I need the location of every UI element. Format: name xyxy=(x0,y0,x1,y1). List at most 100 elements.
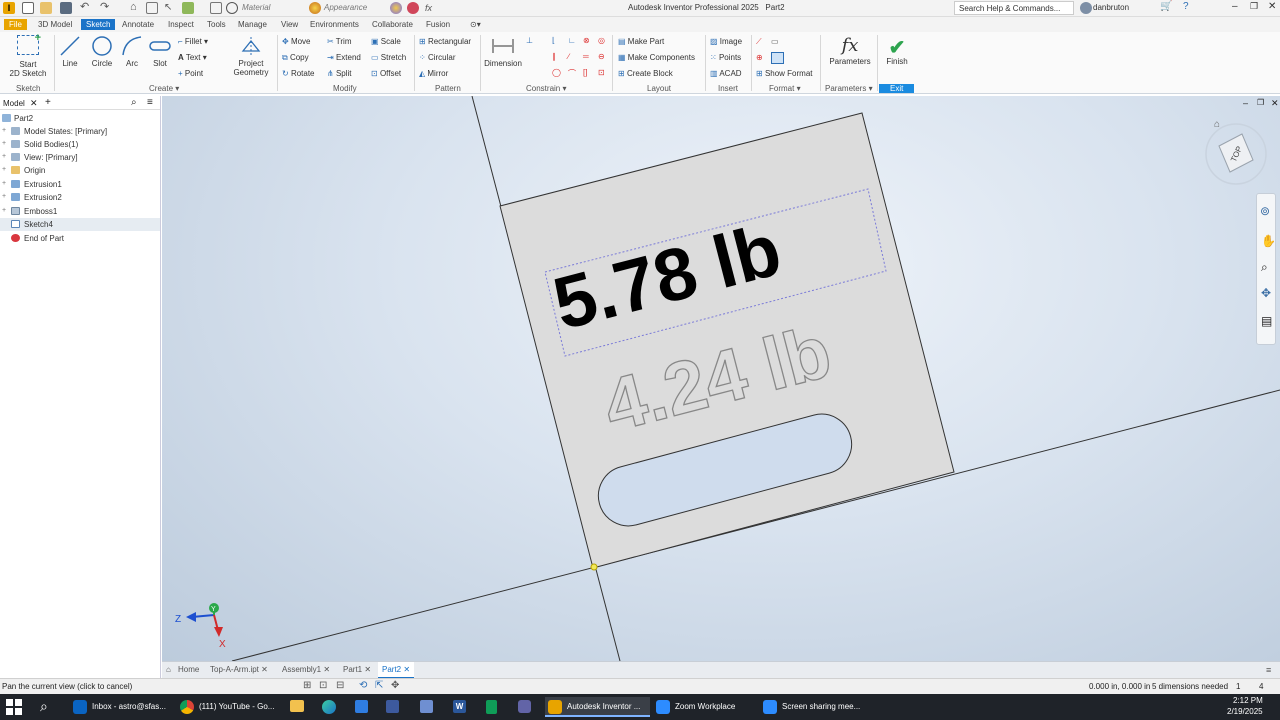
show-constraints-icon[interactable]: ⊡ xyxy=(598,68,605,77)
appearance-ball-icon[interactable] xyxy=(309,2,321,14)
browser-item[interactable]: + Model States: [Primary] xyxy=(0,125,160,138)
create-block-button[interactable]: ⊞ Create Block xyxy=(618,69,673,78)
taskbar-outlook[interactable]: Inbox - astro@sfas... xyxy=(70,697,175,717)
status-icon-slice[interactable]: ⊟ xyxy=(336,680,344,691)
open-folder-icon[interactable] xyxy=(40,2,52,14)
extend-button[interactable]: ⇥ Extend xyxy=(327,53,361,62)
group-label-format[interactable]: Format ▾ xyxy=(769,84,801,93)
edge-icon[interactable] xyxy=(322,700,336,714)
graphics-viewport[interactable]: 5.78 lb 4.24 lb Z Y X TOP ⌂ – ❐ ✕ ⊚ ✋ ⌕ … xyxy=(162,96,1280,661)
fillet-button[interactable]: ⌐ Fillet ▾ xyxy=(178,37,208,46)
zoom-icon[interactable]: ⌕ xyxy=(1261,260,1268,275)
close-icon[interactable]: ✕ xyxy=(1268,1,1276,12)
centerline-icon[interactable]: ▭ xyxy=(771,37,779,46)
undo-icon[interactable]: ↶ xyxy=(80,2,92,14)
expand-icon[interactable]: + xyxy=(2,166,6,173)
search-help-input[interactable]: Search Help & Commands... xyxy=(959,4,1060,13)
sheets-icon[interactable] xyxy=(486,700,497,714)
browser-item[interactable]: + Origin xyxy=(0,164,160,177)
user-name[interactable]: danbruton xyxy=(1093,3,1129,12)
make-part-button[interactable]: ▤ Make Part xyxy=(618,37,664,46)
file-explorer-icon[interactable] xyxy=(290,700,304,712)
word-icon[interactable]: W xyxy=(453,700,466,713)
tangent-icon[interactable]: ⊖ xyxy=(598,52,605,61)
tab-file[interactable]: File xyxy=(4,19,27,30)
parameters-button[interactable]: fx Parameters xyxy=(826,35,874,66)
browser-item[interactable]: Part2 xyxy=(0,112,160,125)
tab-collaborate[interactable]: Collaborate xyxy=(367,19,418,30)
browser-item[interactable]: Sketch4 xyxy=(0,218,160,231)
expand-icon[interactable]: + xyxy=(2,180,6,187)
project-geometry-button[interactable]: Project Geometry xyxy=(231,35,271,77)
orbit-icon[interactable]: ✥ xyxy=(1261,286,1271,300)
material-dropdown[interactable]: Material xyxy=(242,3,304,12)
tab-environments[interactable]: Environments xyxy=(305,19,364,30)
cart-icon[interactable]: 🛒 xyxy=(1160,1,1172,12)
text-button[interactable]: A Text ▾ xyxy=(178,53,207,62)
taskbar-app-icon[interactable] xyxy=(386,700,399,713)
arc-button[interactable]: Arc xyxy=(121,35,143,68)
inventor-logo-icon[interactable]: I xyxy=(3,2,15,14)
tab-annotate[interactable]: Annotate xyxy=(117,19,159,30)
minimize-icon[interactable]: – xyxy=(1232,1,1238,12)
tab-list-menu-icon[interactable]: ≡ xyxy=(1266,665,1271,675)
doc-tab-top-a-arm[interactable]: Top-A-Arm.ipt ✕ xyxy=(210,665,268,674)
expand-icon[interactable]: + xyxy=(2,193,6,200)
add-browser-tab-icon[interactable]: + xyxy=(45,97,51,108)
browser-item[interactable]: + Solid Bodies(1) xyxy=(0,138,160,151)
slot-button[interactable]: Slot xyxy=(148,35,172,68)
equal-icon[interactable]: ◎ xyxy=(598,36,605,45)
search-icon[interactable]: ⌕ xyxy=(40,698,48,715)
home-tab-icon[interactable]: ⌂ xyxy=(166,665,171,674)
show-format-button[interactable]: ⊞ Show Format xyxy=(756,69,813,78)
rotate-button[interactable]: ↻ Rotate xyxy=(282,69,315,78)
tab-tools[interactable]: Tools xyxy=(202,19,231,30)
appearance-dropdown[interactable]: Appearance xyxy=(324,3,386,12)
move-button[interactable]: ✥ Move xyxy=(282,37,311,46)
circle-button[interactable]: Circle xyxy=(89,35,115,68)
browser-search-icon[interactable]: ⌕ xyxy=(131,97,137,108)
fix-icon[interactable]: ⊗ xyxy=(583,36,590,45)
browser-item[interactable]: + Emboss1 xyxy=(0,205,160,218)
scale-button[interactable]: ▣ Scale xyxy=(371,37,401,46)
dimension-button[interactable]: Dimension xyxy=(483,35,523,68)
clear-icon[interactable] xyxy=(226,2,238,14)
viewport-close-icon[interactable]: ✕ xyxy=(1271,98,1279,109)
trim-button[interactable]: ✂ Trim xyxy=(327,37,351,46)
finish-sketch-button[interactable]: ✔ Finish xyxy=(881,35,913,66)
redo-icon[interactable]: ↷ xyxy=(100,2,112,14)
help-icon[interactable]: ? xyxy=(1183,1,1189,12)
search-help-box[interactable]: Search Help & Commands... xyxy=(954,1,1074,15)
stretch-button[interactable]: ▭ Stretch xyxy=(371,53,406,62)
clock-time[interactable]: 2:12 PM xyxy=(1233,696,1263,705)
horizontal-icon[interactable]: ∕ xyxy=(568,52,569,61)
viewport-scene[interactable]: 5.78 lb 4.24 lb Z Y X TOP ⌂ xyxy=(162,96,1280,661)
teams-icon[interactable] xyxy=(518,700,531,713)
browser-item[interactable]: + Extrusion2 xyxy=(0,191,160,204)
start-2d-sketch-button[interactable]: + Start 2D Sketch xyxy=(6,32,50,78)
split-button[interactable]: ⋔ Split xyxy=(327,69,352,78)
line-button[interactable]: Line xyxy=(58,35,82,68)
browser-item[interactable]: + Extrusion1 xyxy=(0,178,160,191)
doc-tab-part1[interactable]: Part1 ✕ xyxy=(343,665,371,674)
concentric-icon[interactable]: [] xyxy=(583,68,587,77)
browser-tab-model[interactable]: Model xyxy=(3,99,25,108)
circular-pattern-button[interactable]: ⁘ Circular xyxy=(419,53,456,62)
expand-icon[interactable]: + xyxy=(2,140,6,147)
save-icon[interactable] xyxy=(60,2,72,14)
taskbar-screen-sharing[interactable]: Screen sharing mee... xyxy=(760,697,870,717)
fx-icon[interactable]: fx xyxy=(425,3,432,13)
taskbar-app-icon[interactable] xyxy=(420,700,433,713)
new-file-icon[interactable] xyxy=(22,2,34,14)
driven-dimension-icon[interactable] xyxy=(771,52,784,64)
close-browser-tab-icon[interactable]: ✕ xyxy=(30,98,38,109)
tab-fusion[interactable]: Fusion xyxy=(421,19,455,30)
expand-icon[interactable]: + xyxy=(2,153,6,160)
points-button[interactable]: ⁙ Points xyxy=(710,53,741,62)
tab-view[interactable]: View xyxy=(276,19,303,30)
collinear-icon[interactable]: ⌊ xyxy=(552,36,555,45)
smooth-icon[interactable]: ◯ xyxy=(552,68,561,77)
browser-menu-icon[interactable]: ≡ xyxy=(147,97,153,108)
close-tab-icon[interactable]: ✕ xyxy=(323,665,330,674)
update-icon[interactable] xyxy=(182,2,194,14)
